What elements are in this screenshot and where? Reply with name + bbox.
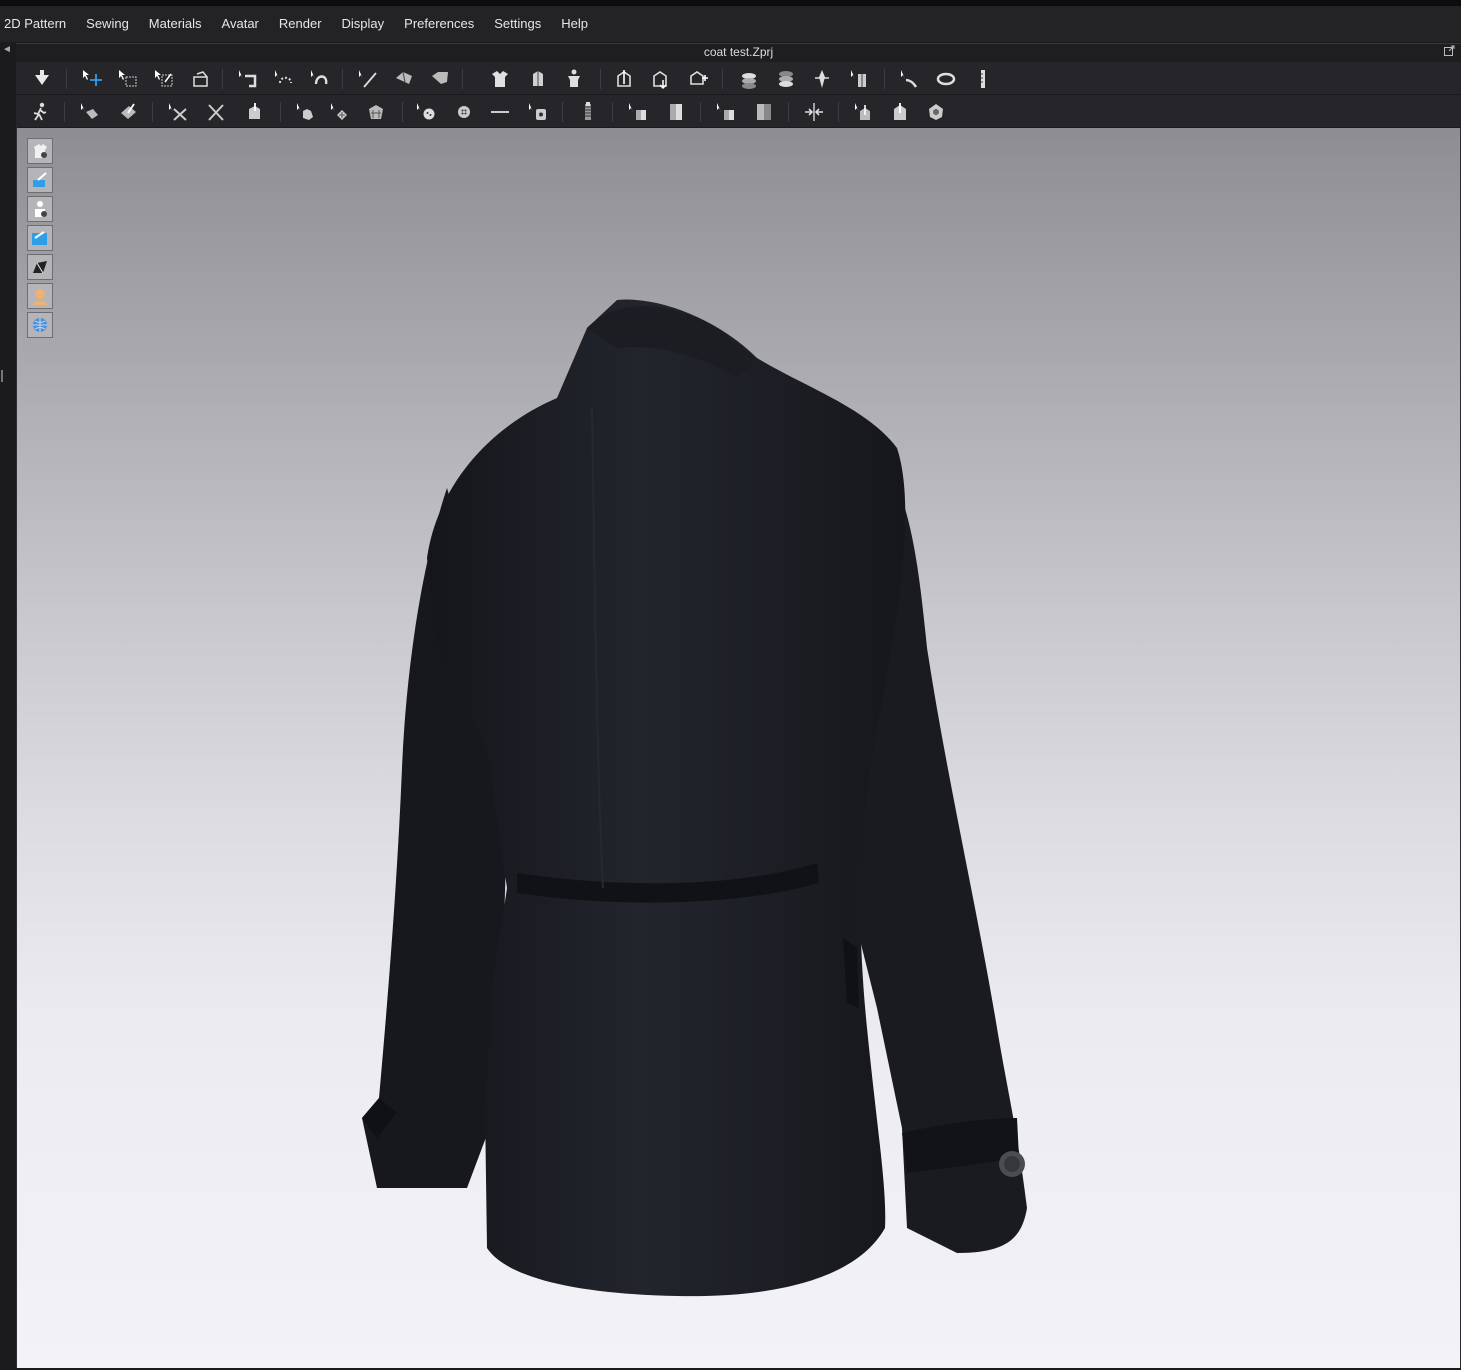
edit-texture-icon[interactable] (76, 99, 104, 125)
pin-icon[interactable] (610, 66, 638, 92)
fold-icon[interactable] (850, 99, 878, 125)
select-mesh-brush-icon[interactable] (150, 66, 178, 92)
3d-viewport[interactable] (17, 128, 1460, 1368)
tack-two-points-icon[interactable] (306, 66, 334, 92)
transform-graphic-icon[interactable] (202, 99, 230, 125)
quilting-icon[interactable] (326, 99, 354, 125)
avatar-view-icon[interactable] (27, 196, 53, 222)
toolbar-separator (222, 69, 223, 89)
toolbar-separator (402, 102, 403, 122)
toolbar-separator (152, 102, 153, 122)
free-sewing-icon[interactable] (426, 66, 454, 92)
zipper-icon[interactable] (524, 99, 552, 125)
shrink-icon[interactable] (800, 99, 828, 125)
transform-texture-icon[interactable] (114, 99, 142, 125)
toolbar-separator (280, 102, 281, 122)
toolbar-separator (722, 69, 723, 89)
select-button-icon[interactable] (486, 99, 514, 125)
toolbar-separator (66, 69, 67, 89)
fitting-suit-icon[interactable] (922, 99, 950, 125)
select-mesh-box-icon[interactable] (114, 66, 142, 92)
tape-icon[interactable] (896, 66, 924, 92)
steam-icon[interactable] (846, 66, 874, 92)
measure-circumference-icon[interactable] (932, 66, 960, 92)
toolbar-separator (562, 102, 563, 122)
tack-icon[interactable] (234, 66, 262, 92)
fold-rotate-icon[interactable] (808, 66, 836, 92)
select-move-icon[interactable] (78, 66, 106, 92)
garment-view-icon[interactable] (27, 138, 53, 164)
menu-avatar[interactable]: Avatar (212, 6, 269, 42)
edit-sewing-icon[interactable] (354, 66, 382, 92)
button-icon[interactable] (412, 99, 440, 125)
panel-resize-handle[interactable] (0, 369, 6, 383)
trim-icon[interactable] (712, 99, 740, 125)
collapse-arrow-icon[interactable]: ◄ (2, 44, 12, 55)
garment-3d-render[interactable] (17, 128, 1460, 1368)
menu-preferences[interactable]: Preferences (394, 6, 484, 42)
show-avatar-icon[interactable] (560, 66, 588, 92)
add-pocket-icon[interactable] (292, 99, 320, 125)
select-trim-icon[interactable] (750, 99, 778, 125)
toolbar-separator (612, 102, 613, 122)
zipper-slider-icon[interactable] (574, 99, 602, 125)
fold-arrangement-icon[interactable] (186, 66, 214, 92)
menu-display[interactable]: Display (332, 6, 395, 42)
edit-graphic-icon[interactable] (164, 99, 192, 125)
menu-materials[interactable]: Materials (139, 6, 212, 42)
walk-icon[interactable] (26, 99, 54, 125)
left-panel-strip: ◄ (0, 43, 17, 1370)
piping-icon[interactable] (662, 99, 690, 125)
window-title-bar: coat test.Zprj (16, 43, 1461, 62)
toolbar-separator (64, 102, 65, 122)
simulation-icon[interactable] (28, 66, 56, 92)
popout-icon[interactable] (1444, 45, 1455, 56)
toolbar-row-1 (16, 62, 1461, 95)
skin-view-icon[interactable] (27, 283, 53, 309)
texture-view-icon[interactable] (27, 225, 53, 251)
segment-sewing-icon[interactable] (390, 66, 418, 92)
viewport-display-toolbar (27, 138, 53, 341)
pin-box-icon[interactable] (646, 66, 674, 92)
toolbar-separator (788, 102, 789, 122)
tack-on-avatar-icon[interactable] (270, 66, 298, 92)
garment-fit-icon[interactable] (886, 99, 914, 125)
toolbar-separator (884, 69, 885, 89)
environment-view-icon[interactable] (27, 312, 53, 338)
window-title: coat test.Zprj (703, 45, 774, 59)
menu-render[interactable]: Render (269, 6, 332, 42)
menu-2d-pattern[interactable]: 2D Pattern (0, 6, 76, 42)
arrangement-bounding-icon[interactable] (524, 66, 552, 92)
toolbar-separator (462, 69, 463, 89)
smocking-icon[interactable] (362, 99, 390, 125)
menu-sewing[interactable]: Sewing (76, 6, 139, 42)
toolbar-separator (838, 102, 839, 122)
buttonhole-icon[interactable] (450, 99, 478, 125)
normal-map-icon[interactable] (27, 254, 53, 280)
avatar-surface-icon[interactable] (27, 167, 53, 193)
toolbar-separator (342, 69, 343, 89)
layer-up-icon[interactable] (734, 66, 762, 92)
brush-icon[interactable] (240, 99, 268, 125)
menu-settings[interactable]: Settings (484, 6, 551, 42)
pin-on-avatar-icon[interactable] (684, 66, 712, 92)
layer-down-icon[interactable] (772, 66, 800, 92)
menu-help[interactable]: Help (551, 6, 598, 42)
toolbar-separator (700, 102, 701, 122)
menu-bar: 2D Pattern Sewing Materials Avatar Rende… (0, 6, 1461, 42)
toolbar-row-2 (16, 95, 1461, 127)
ruler-icon[interactable] (970, 66, 998, 92)
puckering-icon[interactable] (624, 99, 652, 125)
arrangement-point-icon[interactable] (486, 66, 514, 92)
toolbar-separator (600, 69, 601, 89)
